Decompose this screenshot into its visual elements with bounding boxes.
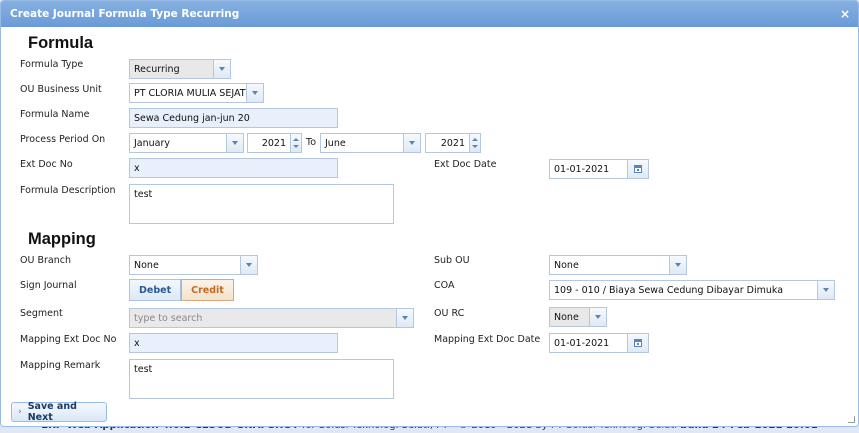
chevron-right-icon: › [18, 407, 22, 417]
dialog-body: Formula Formula Type Recurring OU Busine… [1, 27, 858, 426]
chevron-down-icon[interactable] [240, 255, 258, 275]
coa-label: COA [434, 280, 455, 291]
segment-search-input[interactable]: type to search [129, 308, 396, 328]
ou-business-unit-value: PT CLORIA MULIA SEJATI [129, 83, 246, 103]
formula-type-value: Recurring [129, 59, 213, 79]
calendar-icon[interactable] [627, 333, 649, 353]
calendar-icon[interactable] [627, 159, 649, 179]
formula-description-textarea[interactable]: test [129, 184, 394, 224]
sign-journal-debet-button[interactable]: Debet [129, 279, 182, 301]
ou-rc-label: OU RC [434, 308, 465, 319]
chevron-down-icon[interactable] [589, 307, 607, 327]
sub-ou-select[interactable]: None [549, 255, 687, 275]
period-to-year-spinner[interactable]: 2021 [425, 133, 481, 153]
resize-handle-icon[interactable] [848, 416, 855, 423]
chevron-down-icon[interactable] [226, 133, 244, 153]
ou-business-unit-label: OU Business Unit [20, 84, 102, 95]
mapping-ext-doc-date-label: Mapping Ext Doc Date [434, 334, 541, 345]
formula-name-input[interactable]: Sewa Cedung jan-jun 20 [129, 108, 338, 128]
period-from-month-value: January [129, 133, 226, 153]
ou-rc-select[interactable]: None [549, 307, 607, 327]
chevron-down-icon[interactable] [669, 255, 687, 275]
period-to-year-value: 2021 [425, 133, 469, 153]
ext-doc-date-value: 01-01-2021 [549, 159, 627, 179]
mapping-ext-doc-date-picker[interactable]: 01-01-2021 [549, 333, 649, 353]
ou-branch-select[interactable]: None [129, 255, 258, 275]
chevron-down-icon[interactable] [817, 280, 835, 300]
mapping-ext-doc-date-value: 01-01-2021 [549, 333, 627, 353]
mapping-ext-doc-no-input[interactable]: x [129, 333, 338, 353]
dialog-title: Create Journal Formula Type Recurring [10, 8, 240, 20]
sign-journal-credit-button[interactable]: Credit [181, 279, 234, 301]
segment-label: Segment [20, 308, 63, 319]
chevron-down-icon[interactable] [403, 133, 421, 153]
dialog-window: Create Journal Formula Type Recurring × … [0, 0, 859, 427]
sign-journal-toggle: Debet Credit [129, 279, 234, 301]
process-period-label: Process Period On [20, 134, 106, 145]
formula-description-label: Formula Description [20, 185, 116, 196]
ext-doc-no-label: Ext Doc No [20, 159, 73, 170]
coa-value: 109 - 010 / Biaya Sewa Cedung Dibayar Di… [549, 280, 817, 300]
ou-branch-label: OU Branch [20, 255, 71, 266]
coa-select[interactable]: 109 - 010 / Biaya Sewa Cedung Dibayar Di… [549, 280, 835, 300]
sub-ou-label: Sub OU [434, 255, 470, 266]
chevron-down-icon[interactable] [213, 59, 231, 79]
formula-type-select[interactable]: Recurring [129, 59, 231, 79]
dialog-titlebar[interactable]: Create Journal Formula Type Recurring × [1, 1, 858, 27]
ext-doc-date-label: Ext Doc Date [434, 159, 497, 170]
segment-select[interactable]: type to search [129, 308, 414, 328]
close-icon[interactable]: × [838, 7, 852, 21]
spinner-arrows-icon[interactable] [290, 133, 302, 153]
period-from-month-select[interactable]: January [129, 133, 244, 153]
spinner-arrows-icon[interactable] [469, 133, 481, 153]
ou-rc-value: None [549, 307, 589, 327]
sub-ou-value: None [549, 255, 669, 275]
chevron-down-icon[interactable] [246, 83, 264, 103]
period-to-label: To [306, 137, 317, 148]
ext-doc-date-picker[interactable]: 01-01-2021 [549, 159, 649, 179]
ou-branch-value: None [129, 255, 240, 275]
mapping-heading: Mapping [28, 230, 96, 248]
save-and-next-button[interactable]: › Save and Next [11, 401, 107, 423]
formula-heading: Formula [28, 34, 94, 52]
ext-doc-no-input[interactable]: x [129, 158, 338, 178]
period-from-year-spinner[interactable]: 2021 [247, 133, 302, 153]
mapping-remark-label: Mapping Remark [20, 360, 101, 371]
period-from-year-value: 2021 [247, 133, 290, 153]
mapping-remark-textarea[interactable]: test [129, 359, 394, 399]
formula-type-label: Formula Type [20, 59, 84, 70]
formula-name-label: Formula Name [20, 109, 90, 120]
period-to-month-select[interactable]: June [320, 133, 421, 153]
chevron-down-icon[interactable] [396, 308, 414, 328]
period-to-month-value: June [320, 133, 403, 153]
sign-journal-label: Sign Journal [20, 280, 77, 291]
ou-business-unit-select[interactable]: PT CLORIA MULIA SEJATI [129, 83, 264, 103]
mapping-ext-doc-no-label: Mapping Ext Doc No [20, 334, 117, 345]
save-and-next-label: Save and Next [27, 401, 77, 423]
